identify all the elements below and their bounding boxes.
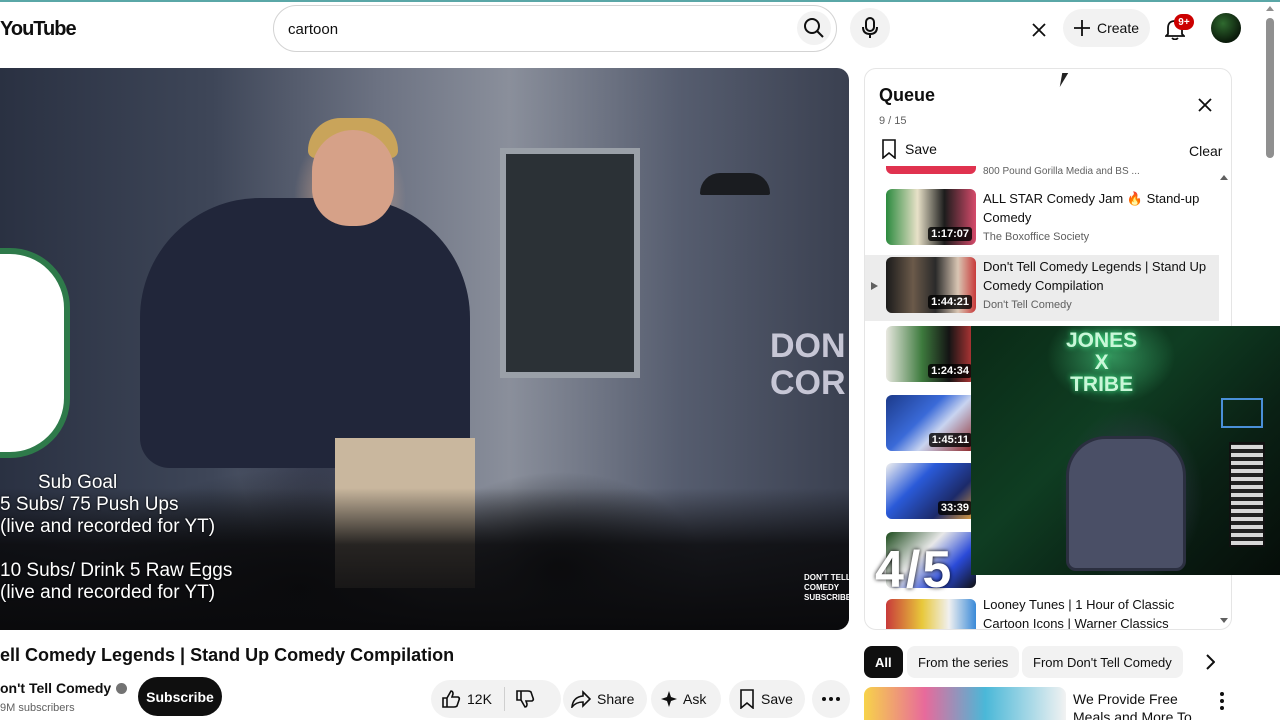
- page-scrollbar-thumb[interactable]: [1266, 18, 1274, 158]
- queue-save-label: Save: [905, 141, 937, 157]
- subscribe-button[interactable]: Subscribe: [138, 677, 222, 716]
- sparkle-icon: [661, 691, 677, 707]
- channel-watermark: DON'T TELL COMEDY SUBSCRIBE: [804, 573, 849, 602]
- ask-button[interactable]: Ask: [651, 680, 721, 718]
- save-button[interactable]: Save: [729, 680, 805, 718]
- neon-sign: DON COR: [770, 327, 846, 403]
- share-arrow-icon: [571, 690, 591, 708]
- queue-item-title[interactable]: ALL STAR Comedy Jam 🔥 Stand-up Comedy: [983, 189, 1213, 227]
- queue-item-title[interactable]: Looney Tunes | 1 Hour of Classic Cartoon…: [983, 595, 1213, 629]
- channel-name[interactable]: on't Tell Comedy: [0, 680, 111, 696]
- video-title: ell Comedy Legends | Stand Up Comedy Com…: [0, 645, 455, 665]
- sub-goal-heading: Sub Goal: [38, 472, 118, 493]
- queue-clear-button[interactable]: Clear: [1189, 143, 1222, 159]
- youtube-logo[interactable]: YouTube: [0, 18, 77, 41]
- queue-item-channel: Don't Tell Comedy: [983, 299, 1072, 311]
- queue-item-thumbnail[interactable]: 1:17:07: [886, 189, 976, 245]
- search-icon[interactable]: [797, 11, 831, 45]
- queue-item-thumbnail[interactable]: 1:44:21: [886, 257, 976, 313]
- verified-icon: [116, 682, 128, 694]
- queue-item-thumbnail[interactable]: [886, 599, 976, 629]
- like-count[interactable]: 12K: [467, 691, 492, 707]
- queue-scroll-up-arrow[interactable]: [1220, 175, 1228, 180]
- clear-search-icon[interactable]: [1029, 20, 1049, 40]
- queue-item-thumbnail[interactable]: 1:45:11: [886, 395, 976, 451]
- channel-name-row[interactable]: on't Tell Comedy: [0, 680, 128, 696]
- recommendation-title[interactable]: We Provide Free Meals and More To Help Y…: [1073, 690, 1213, 720]
- notifications-badge: 9+: [1174, 14, 1194, 30]
- webcam-overlay: JONES X TRIBE: [971, 326, 1280, 575]
- chip-from-channel[interactable]: From Don't Tell Comedy: [1022, 646, 1183, 678]
- like-dislike-group: 12K: [431, 680, 561, 718]
- subscriber-count: 9M subscribers: [0, 702, 75, 714]
- queue-item-duration: 1:17:07: [928, 227, 972, 241]
- close-queue-icon[interactable]: [1193, 93, 1217, 117]
- queue-item-duration: 1:45:11: [928, 433, 972, 447]
- window-top-border: [0, 0, 1280, 2]
- webcam-neon-sign: JONES X TRIBE: [1066, 329, 1138, 396]
- like-divider: [503, 687, 505, 711]
- queue-item-thumbnail[interactable]: 33:39: [886, 463, 976, 519]
- queue-item-title[interactable]: Don't Tell Comedy Legends | Stand Up Com…: [983, 257, 1213, 295]
- queue-position: 9 / 15: [879, 115, 907, 127]
- bookmark-icon: [740, 689, 754, 709]
- more-actions-icon[interactable]: [812, 680, 850, 718]
- queue-item[interactable]: 1:17:07 ALL STAR Comedy Jam 🔥 Stand-up C…: [865, 187, 1219, 253]
- plus-icon: [1074, 20, 1090, 36]
- queue-item-partial-channel: 800 Pound Gorilla Media and BS ...: [983, 166, 1140, 177]
- queue-scroll-down-arrow[interactable]: [1220, 618, 1228, 623]
- search-input[interactable]: [288, 16, 748, 42]
- queue-item-thumbnail[interactable]: 1:24:34: [886, 326, 976, 382]
- goal-counter: 4/5: [875, 541, 954, 599]
- sub-goal-line-2: (live and recorded for YT): [0, 516, 216, 537]
- sub-goal-line-4: (live and recorded for YT): [0, 582, 216, 603]
- sub-goal-line-3: 10 Subs/ Drink 5 Raw Eggs: [0, 560, 233, 581]
- ask-label: Ask: [683, 691, 707, 707]
- chevron-right-icon[interactable]: [1198, 650, 1222, 674]
- queue-save-button[interactable]: Save: [881, 139, 937, 159]
- gaming-chair: [1066, 436, 1186, 571]
- now-playing-icon: [871, 282, 878, 290]
- create-button[interactable]: Create: [1063, 9, 1150, 47]
- queue-item-duration: 1:24:34: [928, 364, 972, 378]
- thumbs-up-icon[interactable]: [441, 689, 461, 709]
- queue-title: Queue: [879, 85, 936, 105]
- queue-item-duration: 33:39: [937, 501, 972, 515]
- sub-goal-line-1: 5 Subs/ 75 Push Ups: [0, 494, 179, 515]
- queue-item-channel: The Boxoffice Society: [983, 231, 1090, 243]
- queue-item-duration: 1:44:21: [928, 295, 972, 309]
- queue-item[interactable]: Looney Tunes | 1 Hour of Classic Cartoon…: [865, 595, 1219, 629]
- create-label: Create: [1097, 20, 1140, 36]
- microphone-icon[interactable]: [850, 8, 890, 48]
- comedian-body: [140, 198, 470, 468]
- search-box[interactable]: [273, 5, 1046, 52]
- video-player[interactable]: DON COR Sub Goal 5 Subs/ 75 Push Ups (liv…: [0, 68, 849, 630]
- wall-frame: [1221, 398, 1263, 428]
- chip-all[interactable]: All: [864, 646, 903, 678]
- save-label: Save: [761, 691, 793, 707]
- recommendation-thumbnail[interactable]: [864, 687, 1066, 720]
- queue-item-partial-thumbnail[interactable]: [886, 166, 976, 174]
- stage-logo-art: [0, 248, 70, 458]
- share-button[interactable]: Share: [563, 680, 647, 718]
- stage-lamp: [700, 173, 770, 195]
- more-options-icon[interactable]: [1212, 690, 1232, 712]
- page-scroll-up-arrow[interactable]: [1266, 6, 1274, 11]
- share-label: Share: [597, 691, 635, 707]
- comedian-head: [312, 130, 394, 226]
- chip-from-the-series[interactable]: From the series: [907, 646, 1020, 678]
- thumbs-down-icon[interactable]: [515, 689, 535, 709]
- account-avatar[interactable]: [1211, 13, 1241, 43]
- stage-window: [500, 148, 640, 378]
- wall-flag: [1229, 442, 1265, 547]
- bookmark-icon: [882, 139, 896, 159]
- queue-item-now-playing[interactable]: 1:44:21 Don't Tell Comedy Legends | Stan…: [865, 255, 1219, 321]
